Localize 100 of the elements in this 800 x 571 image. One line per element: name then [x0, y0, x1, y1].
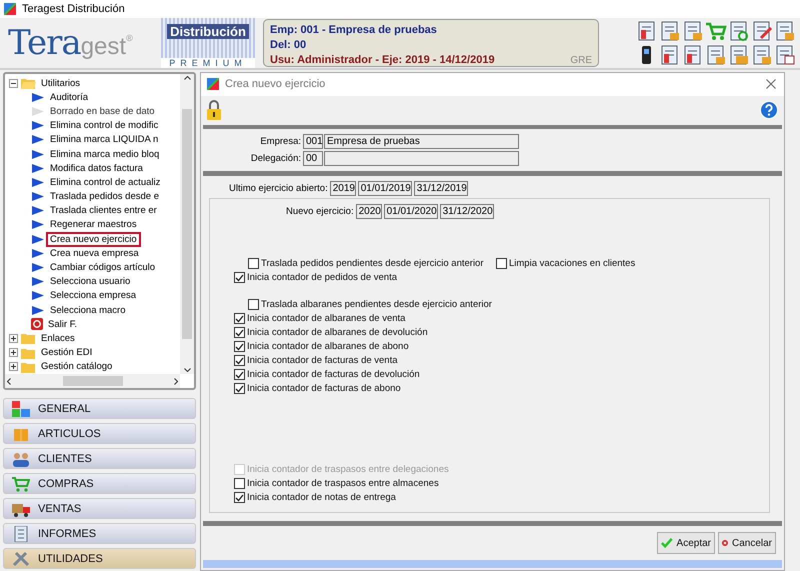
cart-icon[interactable]: [705, 20, 727, 42]
checkbox-option[interactable]: Inicia contador de facturas de venta: [234, 354, 398, 368]
expand-icon[interactable]: [9, 348, 18, 358]
end-date-field: 31/12/2020: [440, 204, 494, 220]
people-icon: [12, 450, 30, 466]
tree-item[interactable]: Selecciona usuario: [48, 276, 132, 288]
branch-code-field: 00: [303, 151, 323, 166]
checkmark-icon: [661, 537, 673, 550]
edit-icon[interactable]: [751, 20, 773, 42]
module-button[interactable]: VENTAS: [3, 498, 196, 519]
checkbox-option[interactable]: Traslada pedidos pendientes desde ejercicio anterior: [248, 257, 484, 270]
window-title: Teragest Distribución: [22, 3, 125, 15]
tree-item[interactable]: Crea nuevo ejercicio: [48, 234, 139, 245]
module-button[interactable]: INFORMES: [3, 523, 196, 544]
cancel-button[interactable]: Cancelar: [718, 532, 776, 554]
folder-icon: [21, 332, 36, 344]
start-date-field: 01/01/2019: [358, 181, 412, 196]
flag-icon: [31, 121, 45, 130]
flag-icon: [31, 248, 45, 258]
tree-item[interactable]: Elimina marca LIQUIDA n: [48, 134, 160, 146]
flag-icon: [31, 192, 45, 202]
checkbox-option[interactable]: Inicia contador de albaranes de devolución: [234, 326, 428, 340]
user-text: Usu: Administrador - Eje: 2019 - 14/12/2019: [270, 53, 496, 68]
tree-item[interactable]: Cambiar códigos artículo: [48, 262, 158, 274]
expand-icon[interactable]: [9, 334, 18, 343]
document-icon[interactable]: [705, 44, 727, 66]
document-icon[interactable]: [774, 20, 796, 42]
padlock-icon[interactable]: [207, 100, 221, 120]
flag-icon: [31, 234, 45, 244]
chevron-right-icon[interactable]: [174, 378, 178, 384]
module-button[interactable]: COMPRAS: [3, 473, 196, 494]
tree-item[interactable]: Utilitarios: [39, 78, 82, 89]
module-button[interactable]: CLIENTES: [3, 448, 196, 469]
tree-item[interactable]: Traslada clientes entre er: [48, 205, 159, 216]
checkbox-option[interactable]: Inicia contador de pedidos de venta: [234, 271, 397, 284]
document-icon[interactable]: [659, 20, 681, 42]
tree-item[interactable]: Enlaces: [39, 332, 77, 344]
start-date-field: 01/01/2020: [384, 204, 438, 220]
tree-item[interactable]: Salir F.: [46, 318, 80, 330]
tree-item[interactable]: Regenerar maestros: [48, 219, 139, 230]
flag-icon: [31, 178, 45, 187]
field-label: Empresa:: [259, 136, 301, 148]
tree-item[interactable]: Gestión catálogo: [39, 361, 114, 372]
accept-button[interactable]: Aceptar: [657, 532, 715, 554]
checkbox-option[interactable]: Limpia vacaciones en clientes: [496, 257, 636, 270]
chevron-up-icon[interactable]: [184, 76, 190, 80]
tree-item[interactable]: Gestión EDI: [39, 347, 94, 358]
app-icon: [4, 3, 16, 15]
flag-icon: [31, 263, 45, 272]
document-icon[interactable]: [682, 20, 704, 42]
vertical-scrollbar[interactable]: [180, 74, 194, 374]
tree-item[interactable]: Elimina marca medio bloq: [48, 148, 162, 160]
flag-icon: [31, 92, 45, 102]
tree-item[interactable]: Elimina control de modific: [48, 120, 160, 132]
blocks-icon: [12, 400, 30, 416]
expand-icon[interactable]: [9, 362, 18, 372]
horizontal-scrollbar[interactable]: [5, 374, 180, 388]
flag-icon: [31, 150, 45, 159]
module-button[interactable]: UTILIDADES: [3, 548, 196, 569]
end-date-field: 31/12/2019: [414, 181, 468, 196]
field-label: Delegación:: [250, 153, 301, 164]
tree-item[interactable]: Traslada pedidos desde e: [48, 191, 161, 202]
chevron-down-icon[interactable]: [184, 368, 190, 372]
folder-icon: [21, 346, 36, 359]
tree-item[interactable]: Auditoría: [48, 92, 90, 103]
tree-item[interactable]: Modifica datos factura: [48, 162, 145, 174]
module-button[interactable]: ARTICULOS: [3, 423, 196, 444]
company-text: Emp: 001 - Empresa de pruebas: [270, 23, 438, 38]
flag-icon: [31, 206, 45, 216]
tree-item[interactable]: Elimina control de actualiz: [48, 176, 162, 188]
tree-item[interactable]: Selecciona empresa: [48, 290, 138, 302]
document-icon[interactable]: [751, 44, 773, 66]
logo: Teragest®: [8, 23, 134, 63]
year-field: 2019: [330, 181, 356, 196]
tree-item[interactable]: Crea nueva empresa: [48, 248, 141, 259]
checkbox-option[interactable]: Inicia contador de facturas de devolución: [234, 368, 420, 382]
flag-icon: [31, 164, 45, 173]
open-folder-icon: [21, 77, 36, 90]
field-label: Nuevo ejercicio:: [286, 206, 354, 218]
branch-text: Del: 00: [270, 38, 308, 53]
flag-icon: [31, 306, 45, 315]
flag-icon: [31, 135, 45, 144]
company-name-field: Empresa de pruebas: [324, 134, 519, 150]
checkmark-icon: [235, 274, 244, 282]
chevron-left-icon[interactable]: [7, 378, 11, 384]
checkbox-option[interactable]: Inicia contador de albaranes de venta: [234, 312, 406, 326]
checkbox-option[interactable]: Inicia contador de notas de entrega: [234, 491, 396, 504]
help-icon[interactable]: [760, 101, 778, 120]
checkbox-option[interactable]: Inicia contador de traspasos entre almacenes: [234, 477, 439, 490]
module-button[interactable]: GENERAL: [3, 398, 196, 419]
flag-icon: [31, 291, 45, 300]
checkbox-option[interactable]: Inicia contador de facturas de abono: [234, 382, 401, 396]
collapse-icon[interactable]: [9, 78, 18, 88]
checkbox-option[interactable]: Traslada albaranes pendientes desde ejercicio anterior: [248, 298, 492, 312]
field-label: Ultimo ejercicio abierto:: [229, 183, 328, 194]
user-code: GRE: [570, 54, 592, 68]
report-icon: [12, 526, 30, 542]
checkbox-option[interactable]: Inicia contador de albaranes de abono: [234, 340, 409, 354]
tree-item[interactable]: Selecciona macro: [48, 304, 128, 316]
cart-icon: [12, 476, 30, 492]
